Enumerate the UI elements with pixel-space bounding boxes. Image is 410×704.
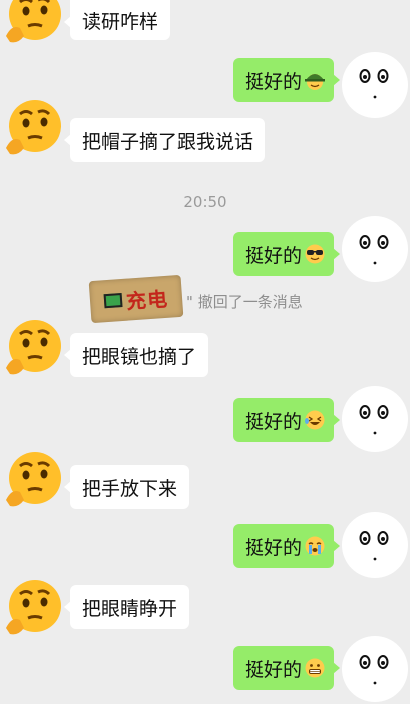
- crying-emoji-icon: [305, 536, 325, 556]
- message-bubble[interactable]: 把手放下来: [63, 465, 190, 509]
- message-bubble[interactable]: 挺好的: [232, 232, 341, 276]
- message-row: 读研咋样: [0, 0, 410, 46]
- thinking-face-avatar[interactable]: [2, 0, 64, 48]
- message-text: 挺好的: [244, 244, 302, 267]
- message-bubble[interactable]: 把眼镜也摘了: [63, 333, 209, 377]
- laughing-tears-emoji-icon: [305, 410, 325, 430]
- sunglasses-emoji-icon: [305, 244, 325, 264]
- message-text: 挺好的: [244, 536, 302, 559]
- army-helmet-emoji-icon: [305, 74, 325, 90]
- sticker-text: 充电: [125, 286, 169, 314]
- grimace-emoji-icon: [305, 658, 325, 678]
- recall-text: " 撤回了一条消息: [186, 293, 303, 311]
- message-bubble[interactable]: 把帽子摘了跟我说话: [63, 118, 266, 162]
- message-row: 挺好的: [0, 636, 410, 704]
- thinking-face-avatar[interactable]: [2, 578, 64, 640]
- thinking-face-avatar[interactable]: [2, 450, 64, 512]
- blank-face-avatar[interactable]: [342, 216, 408, 282]
- blank-face-avatar[interactable]: [342, 386, 408, 452]
- battery-icon: [103, 292, 123, 309]
- message-text: 把手放下来: [82, 477, 178, 500]
- message-text: 挺好的: [244, 658, 302, 681]
- message-bubble[interactable]: 挺好的: [232, 524, 341, 568]
- timestamp: 20:50: [183, 193, 227, 211]
- blank-face-avatar[interactable]: [342, 636, 408, 702]
- blank-face-avatar[interactable]: [342, 512, 408, 578]
- message-bubble[interactable]: 把眼睛睁开: [63, 585, 190, 629]
- message-text: 挺好的: [244, 410, 302, 433]
- message-row: 把帽子摘了跟我说话: [0, 96, 410, 162]
- thinking-face-avatar[interactable]: [2, 318, 64, 380]
- message-text: 把帽子摘了跟我说话: [82, 130, 254, 153]
- message-row: 挺好的: [0, 386, 410, 456]
- message-bubble[interactable]: 挺好的: [232, 646, 341, 690]
- thinking-face-avatar[interactable]: [2, 98, 64, 160]
- message-row: 把眼镜也摘了: [0, 316, 410, 386]
- message-row: 把手放下来: [0, 448, 410, 518]
- message-text: 把眼镜也摘了: [82, 345, 197, 368]
- message-text: 读研咋样: [82, 10, 159, 33]
- message-text: 把眼睛睁开: [82, 597, 178, 620]
- message-text: 挺好的: [244, 70, 302, 93]
- message-bubble[interactable]: 读研咋样: [63, 0, 171, 40]
- message-bubble[interactable]: 挺好的: [232, 398, 341, 442]
- message-row: 挺好的: [0, 512, 410, 582]
- message-row: 挺好的: [0, 216, 410, 286]
